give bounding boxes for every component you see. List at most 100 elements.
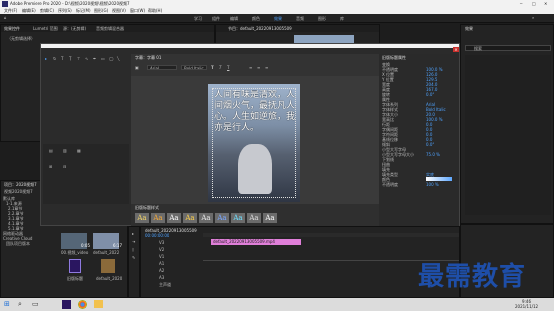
align-right-text-icon[interactable]: ≡: [265, 65, 268, 70]
chrome-taskbar-icon[interactable]: [78, 300, 87, 309]
align-left-text-icon[interactable]: ≡: [249, 65, 252, 70]
workspace-learn[interactable]: 学习: [194, 16, 202, 22]
search-icon[interactable]: ⌕: [18, 300, 22, 309]
font-style-select[interactable]: Bold Italic: [181, 65, 207, 70]
track-label[interactable]: A2: [145, 267, 201, 274]
title-canvas[interactable]: 人间有味是清欢，人间烟火气，最抚凡人心。人生如逆旅，我亦是行人。: [131, 76, 379, 204]
window-title: Adobe Premiere Pro 2020 - D:\视频\2020视频\视…: [10, 1, 130, 6]
workspace-edit[interactable]: 编辑: [230, 16, 238, 22]
watermark-logo: 最需教育: [418, 262, 527, 292]
prop-value[interactable]: 100 %: [426, 182, 439, 187]
minimize-icon[interactable]: ─: [520, 1, 522, 6]
app-logo-icon: [2, 1, 8, 7]
ellipse-tool-icon[interactable]: ◯: [109, 56, 113, 61]
align-center-text-icon[interactable]: ≡: [257, 65, 260, 70]
bold-icon[interactable]: T: [211, 65, 214, 70]
align-left-icon[interactable]: ▤: [49, 148, 53, 153]
effects-search-field[interactable]: 搜索: [465, 45, 551, 51]
workspace-graphics[interactable]: 图形: [318, 16, 326, 22]
style-swatch[interactable]: Aa: [199, 213, 213, 223]
style-swatch[interactable]: Aa: [183, 213, 197, 223]
align-center-icon[interactable]: ▥: [63, 148, 67, 153]
prop-label: 不透明度: [382, 182, 398, 187]
task-view-icon[interactable]: ▭: [32, 300, 39, 308]
line-tool-icon[interactable]: ╲: [117, 56, 119, 61]
workspace-libraries[interactable]: 库: [340, 16, 344, 22]
workspace-audio[interactable]: 音频: [296, 16, 304, 22]
taskbar-date: 2021/11/12: [515, 304, 539, 309]
pen-tool-icon[interactable]: ✒: [93, 56, 96, 61]
style-swatch[interactable]: Aa: [263, 213, 277, 223]
vertical-type-tool-icon[interactable]: Ṭ: [69, 56, 71, 61]
effects-tab[interactable]: 效果: [465, 26, 473, 32]
effects-tree: [465, 55, 551, 215]
workspace-effects[interactable]: 效果: [274, 16, 282, 22]
timeline-ruler[interactable]: [203, 233, 459, 237]
folder-taskbar-icon[interactable]: [94, 300, 103, 308]
track-label[interactable]: A3: [145, 274, 201, 281]
track-label[interactable]: V3: [145, 239, 201, 246]
rotate-tool-icon[interactable]: ↻: [53, 56, 56, 61]
align-right-icon[interactable]: ▦: [77, 148, 81, 153]
home-icon[interactable]: ⌂: [4, 15, 7, 20]
program-tab-row: 节目：default_20220913005509: [216, 25, 379, 32]
track-select-tool-icon[interactable]: ⇥: [132, 239, 135, 244]
tab-effect-controls[interactable]: 效果控件: [4, 26, 20, 32]
italic-icon[interactable]: T: [219, 65, 221, 70]
dialog-top-strip: [41, 44, 459, 48]
tools-panel: ▸ ⇥ ◊ ✎: [128, 226, 140, 298]
razor-tool-icon[interactable]: ◊: [132, 247, 134, 252]
project-thumb[interactable]: [101, 259, 115, 273]
tab-source[interactable]: 源：(无剪辑): [63, 26, 86, 32]
workspace-assembly[interactable]: 组件: [212, 16, 220, 22]
premiere-title-thumb-icon[interactable]: [69, 259, 81, 273]
timeline-timecode: 00:00:00:00: [145, 233, 170, 238]
distribute-icon[interactable]: ⊞: [49, 164, 52, 169]
underline-icon[interactable]: T: [227, 65, 229, 70]
video-frame: 人间有味是清欢，人间烟火气，最抚凡人心。人生如逆旅，我亦是行人。: [208, 84, 300, 202]
project-thumb-label: default_2020: [96, 276, 123, 281]
tab-program[interactable]: 节目：default_20220913005509: [228, 26, 292, 32]
workspace-color[interactable]: 颜色: [252, 16, 260, 22]
project-thumb-duration: 6:17: [113, 243, 122, 248]
title-tab[interactable]: 字幕：字幕 01: [135, 55, 161, 61]
area-type-tool-icon[interactable]: ⊤: [77, 56, 80, 61]
rectangle-tool-icon[interactable]: ▭: [101, 56, 105, 61]
subtitle-text-box[interactable]: 人间有味是清欢，人间烟火气，最抚凡人心。人生如逆旅，我亦是行人。: [214, 90, 298, 170]
color-swatch[interactable]: [426, 177, 452, 181]
maximize-icon[interactable]: □: [532, 1, 536, 6]
style-swatch[interactable]: Aa: [247, 213, 261, 223]
tab-lumetri-scopes[interactable]: Lumetri 范围: [33, 26, 58, 32]
path-type-tool-icon[interactable]: ∿: [85, 56, 88, 61]
style-swatch[interactable]: Aa: [151, 213, 165, 223]
title-tools: ▸ ↻ T Ṭ ⊤ ∿ ✒ ▭ ◯ ╲: [43, 56, 129, 70]
prop-row: 不透明度 100 %: [382, 182, 458, 187]
new-title-icon[interactable]: ▣: [135, 65, 139, 70]
windows-start-icon[interactable]: ⊞: [4, 300, 10, 308]
track-label[interactable]: V2: [145, 246, 201, 253]
pen-tool-icon[interactable]: ✎: [132, 255, 135, 260]
tab-audio-mixer[interactable]: 音频剪辑混合器: [96, 26, 124, 32]
distribute-icon[interactable]: ⊟: [63, 164, 66, 169]
style-swatch[interactable]: Aa: [135, 213, 149, 223]
title-styles-panel: 旧版标题样式 Aa Aa Aa Aa Aa Aa Aa Aa Aa: [131, 204, 379, 226]
premiere-taskbar-icon[interactable]: [62, 300, 71, 309]
search-icon[interactable]: ⌕: [532, 15, 534, 20]
style-swatch[interactable]: Aa: [231, 213, 245, 223]
close-icon[interactable]: ✕: [544, 1, 547, 6]
track-label[interactable]: 主声道: [145, 281, 201, 288]
timeline-clip[interactable]: default_20220913005509.mp4: [211, 239, 301, 245]
font-family-select[interactable]: Arial: [147, 65, 177, 70]
legacy-title-dialog: ✕ ▸ ↻ T Ṭ ⊤ ∿ ✒ ▭ ◯ ╲ ▤ ▥ ▦ ⊞ ⊟ 字幕：字幕 01…: [40, 43, 460, 226]
style-swatch[interactable]: Aa: [215, 213, 229, 223]
dialog-close-icon[interactable]: ✕: [453, 47, 459, 52]
selection-tool-icon[interactable]: ▸: [132, 231, 134, 236]
selection-tool-icon[interactable]: ▸: [45, 56, 47, 61]
track-label[interactable]: A1: [145, 260, 201, 267]
tree-item[interactable]: 团队项目版本: [3, 241, 51, 246]
project-thumb-label: 00.视频_video: [61, 250, 89, 255]
style-swatch[interactable]: Aa: [167, 213, 181, 223]
project-tab[interactable]: 项目：2020视频7: [4, 182, 37, 188]
track-label[interactable]: V1: [145, 253, 201, 260]
type-tool-icon[interactable]: T: [61, 56, 63, 61]
